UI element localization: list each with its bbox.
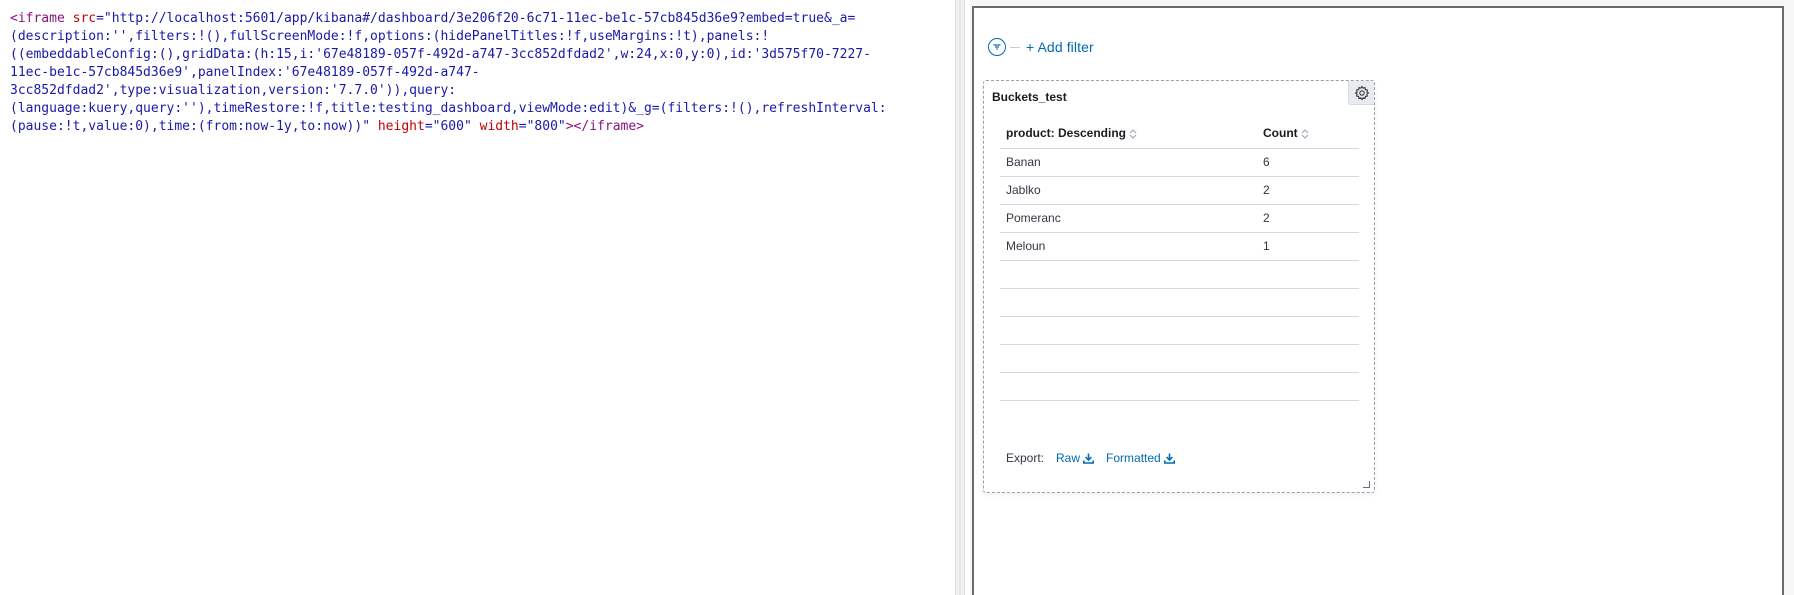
code-line: <iframe src="http://localhost:5601/app/k… <box>10 10 940 28</box>
embedded-dashboard-frame: + Add filter Buckets_test product: Desce… <box>972 6 1784 595</box>
cell-count: 1 <box>1257 232 1359 261</box>
empty-cell <box>1257 288 1359 317</box>
cell-count: 2 <box>1257 204 1359 233</box>
filter-separator <box>1010 46 1020 48</box>
code-token: height <box>377 119 425 134</box>
export-label: Export: <box>1006 451 1045 465</box>
code-token: (pause:!t,value:0),time:(from:now-1y,to:… <box>10 119 378 134</box>
empty-cell <box>1257 344 1359 373</box>
empty-cell <box>1000 316 1257 345</box>
code-token: ="600" <box>424 119 480 134</box>
code-token: width <box>479 119 519 134</box>
table-row-empty <box>1000 316 1359 345</box>
iframe-code-text[interactable]: <iframe src="http://localhost:5601/app/k… <box>10 10 940 136</box>
code-token: 11ec-be1c-57cb845d36e9',panelIndex:'67e4… <box>10 65 480 80</box>
table-row-empty <box>1000 260 1359 289</box>
code-token: ></iframe> <box>565 119 645 134</box>
filter-icon[interactable] <box>988 38 1006 56</box>
visualization-panel: Buckets_test product: Descending Count B… <box>983 80 1375 493</box>
panel-options-button[interactable] <box>1348 81 1374 105</box>
panel-resize-handle[interactable] <box>1363 481 1370 488</box>
cell-product: Banan <box>1000 148 1257 177</box>
code-token: <iframe <box>10 11 73 26</box>
splitter-grip[interactable] <box>959 0 961 595</box>
gear-icon <box>1354 85 1369 100</box>
code-line: (language:kuery,query:''),timeRestore:!f… <box>10 100 940 118</box>
code-token: src <box>72 11 97 26</box>
table-row-empty <box>1000 288 1359 317</box>
code-line: ((embeddableConfig:(),gridData:(h:15,i:'… <box>10 46 940 64</box>
download-icon <box>1163 453 1175 464</box>
empty-cell <box>1257 260 1359 289</box>
code-token: ((embeddableConfig:(),gridData:(h:15,i:'… <box>10 47 871 62</box>
table-row: Jablko 2 <box>1000 176 1359 205</box>
empty-cell <box>1257 372 1359 401</box>
empty-cell <box>1000 344 1257 373</box>
empty-cell <box>1000 288 1257 317</box>
code-editor-pane[interactable]: <iframe src="http://localhost:5601/app/k… <box>0 0 955 595</box>
export-formatted-link[interactable]: Formatted <box>1106 451 1175 465</box>
cell-count: 6 <box>1257 148 1359 177</box>
table-row: Meloun 1 <box>1000 232 1359 261</box>
pane-splitter[interactable] <box>955 0 965 595</box>
column-header-product[interactable]: product: Descending <box>1000 119 1257 149</box>
table-row: Pomeranc 2 <box>1000 204 1359 233</box>
cell-count: 2 <box>1257 176 1359 205</box>
code-token: 3cc852dfdad2',type:visualization,version… <box>10 83 457 98</box>
code-token: (language:kuery,query:''),timeRestore:!f… <box>10 101 887 116</box>
add-filter-button[interactable]: + Add filter <box>1026 39 1094 55</box>
code-token: ="800" <box>518 119 566 134</box>
filter-bar: + Add filter <box>988 37 1094 57</box>
download-icon <box>1083 453 1095 464</box>
data-table: product: Descending Count Banan 6 Jablko <box>1000 119 1359 401</box>
empty-cell <box>1000 372 1257 401</box>
export-bar: Export: Raw Formatted <box>1006 451 1187 465</box>
column-header-count[interactable]: Count <box>1257 119 1359 149</box>
cell-product: Jablko <box>1000 176 1257 205</box>
table-row-empty <box>1000 344 1359 373</box>
code-line: (pause:!t,value:0),time:(from:now-1y,to:… <box>10 118 940 136</box>
table-row: Banan 6 <box>1000 148 1359 177</box>
code-line: 11ec-be1c-57cb845d36e9',panelIndex:'67e4… <box>10 64 940 82</box>
panel-title: Buckets_test <box>992 90 1067 104</box>
code-token: ="http://localhost:5601/app/kibana#/dash… <box>96 11 856 26</box>
table-row-empty <box>1000 372 1359 401</box>
export-raw-link[interactable]: Raw <box>1056 451 1095 465</box>
empty-cell <box>1257 316 1359 345</box>
empty-cell <box>1000 260 1257 289</box>
code-token: (description:'',filters:!(),fullScreenMo… <box>10 29 770 44</box>
sort-icon <box>1129 129 1137 139</box>
sort-icon <box>1301 129 1309 139</box>
cell-product: Meloun <box>1000 232 1257 261</box>
cell-product: Pomeranc <box>1000 204 1257 233</box>
code-line: (description:'',filters:!(),fullScreenMo… <box>10 28 940 46</box>
preview-pane: + Add filter Buckets_test product: Desce… <box>970 0 1794 595</box>
table-header-row: product: Descending Count <box>1000 119 1359 149</box>
code-line: 3cc852dfdad2',type:visualization,version… <box>10 82 940 100</box>
